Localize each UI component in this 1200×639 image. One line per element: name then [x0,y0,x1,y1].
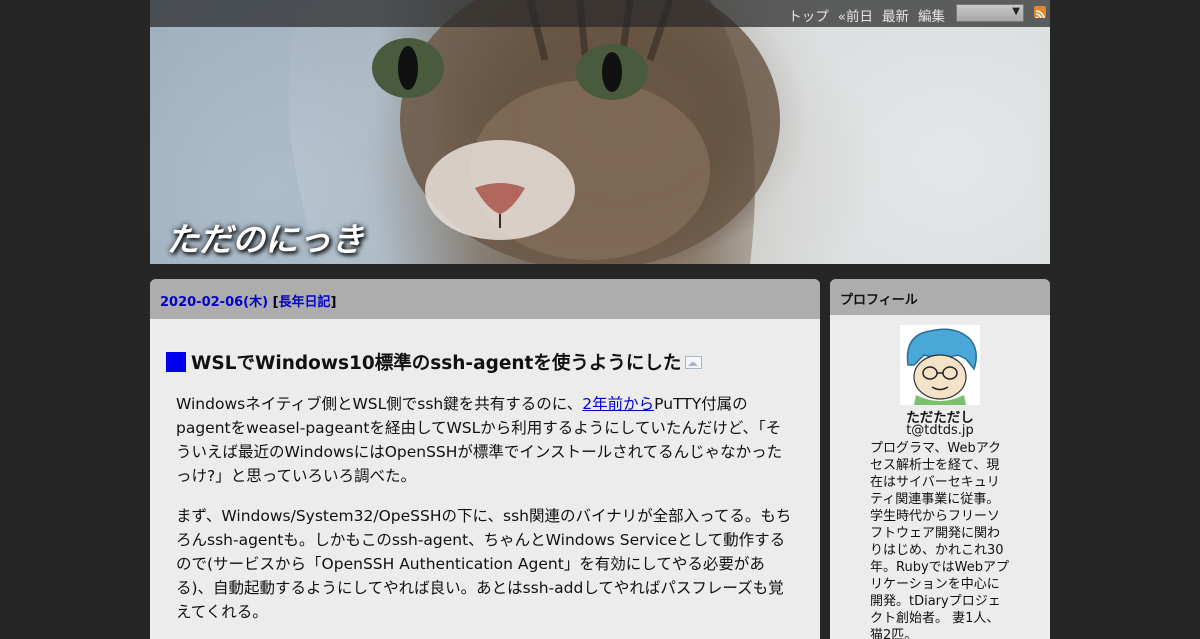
profile-email: t@tdtds.jp [906,423,974,438]
jump-select[interactable]: ▼ [956,4,1024,22]
entry-paragraph-1: Windowsネイティブ側とWSL側でssh鍵を共有するのに、2年前からPuTT… [176,392,796,488]
date-link[interactable]: 2020-02-06(木) [160,295,268,310]
entry-paragraph-2: まず、Windows/System32/OpeSSHの下に、ssh関連のバイナリ… [176,507,792,621]
profile-heading: プロフィール [830,279,1050,315]
header-nav: トップ «前日 最新 編集 [779,5,945,25]
section-mark-icon[interactable] [166,352,186,372]
two-years-ago-link[interactable]: 2年前から [582,395,654,413]
category-bracket-close: ] [330,295,337,310]
entry-title: WSLでWindows10標準のssh-agentを使うようにした [166,349,703,375]
paragraph-text: Windowsネイティブ側とWSL側でssh鍵を共有するのに、 [176,395,583,413]
avatar [900,325,980,405]
day-header: 2020-02-06(木) [長年日記] [150,279,820,319]
rss-icon[interactable] [1034,6,1046,18]
profile-bio: プログラマ、Webアクセス解析士を経て、現在はサイバーセキュリティ関連事業に従事… [870,441,1009,639]
main-column: 2020-02-06(木) [長年日記] WSLでWindows10標準のssh… [150,279,820,639]
category-link[interactable]: 長年日記 [279,295,331,310]
site-title[interactable]: ただのにっき [166,213,364,261]
entry-title-text: WSLでWindows10標準のssh-agentを使うようにした [191,353,682,374]
top-nav-bar: トップ «前日 最新 編集 ▼ [150,0,1050,27]
header-banner: トップ «前日 最新 編集 ▼ ただのにっき [150,0,1050,264]
nav-latest-link[interactable]: 最新 [882,9,909,25]
chevron-down-icon: ▼ [1012,6,1020,17]
image-icon [685,356,703,369]
nav-prev-day-link[interactable]: «前日 [838,9,873,25]
nav-edit-link[interactable]: 編集 [918,9,945,25]
nav-top-link[interactable]: トップ [788,9,829,25]
sidebar: プロフィール ただただし t@tdtds.jp プログラマ、Webアクセス解析士… [830,279,1050,639]
